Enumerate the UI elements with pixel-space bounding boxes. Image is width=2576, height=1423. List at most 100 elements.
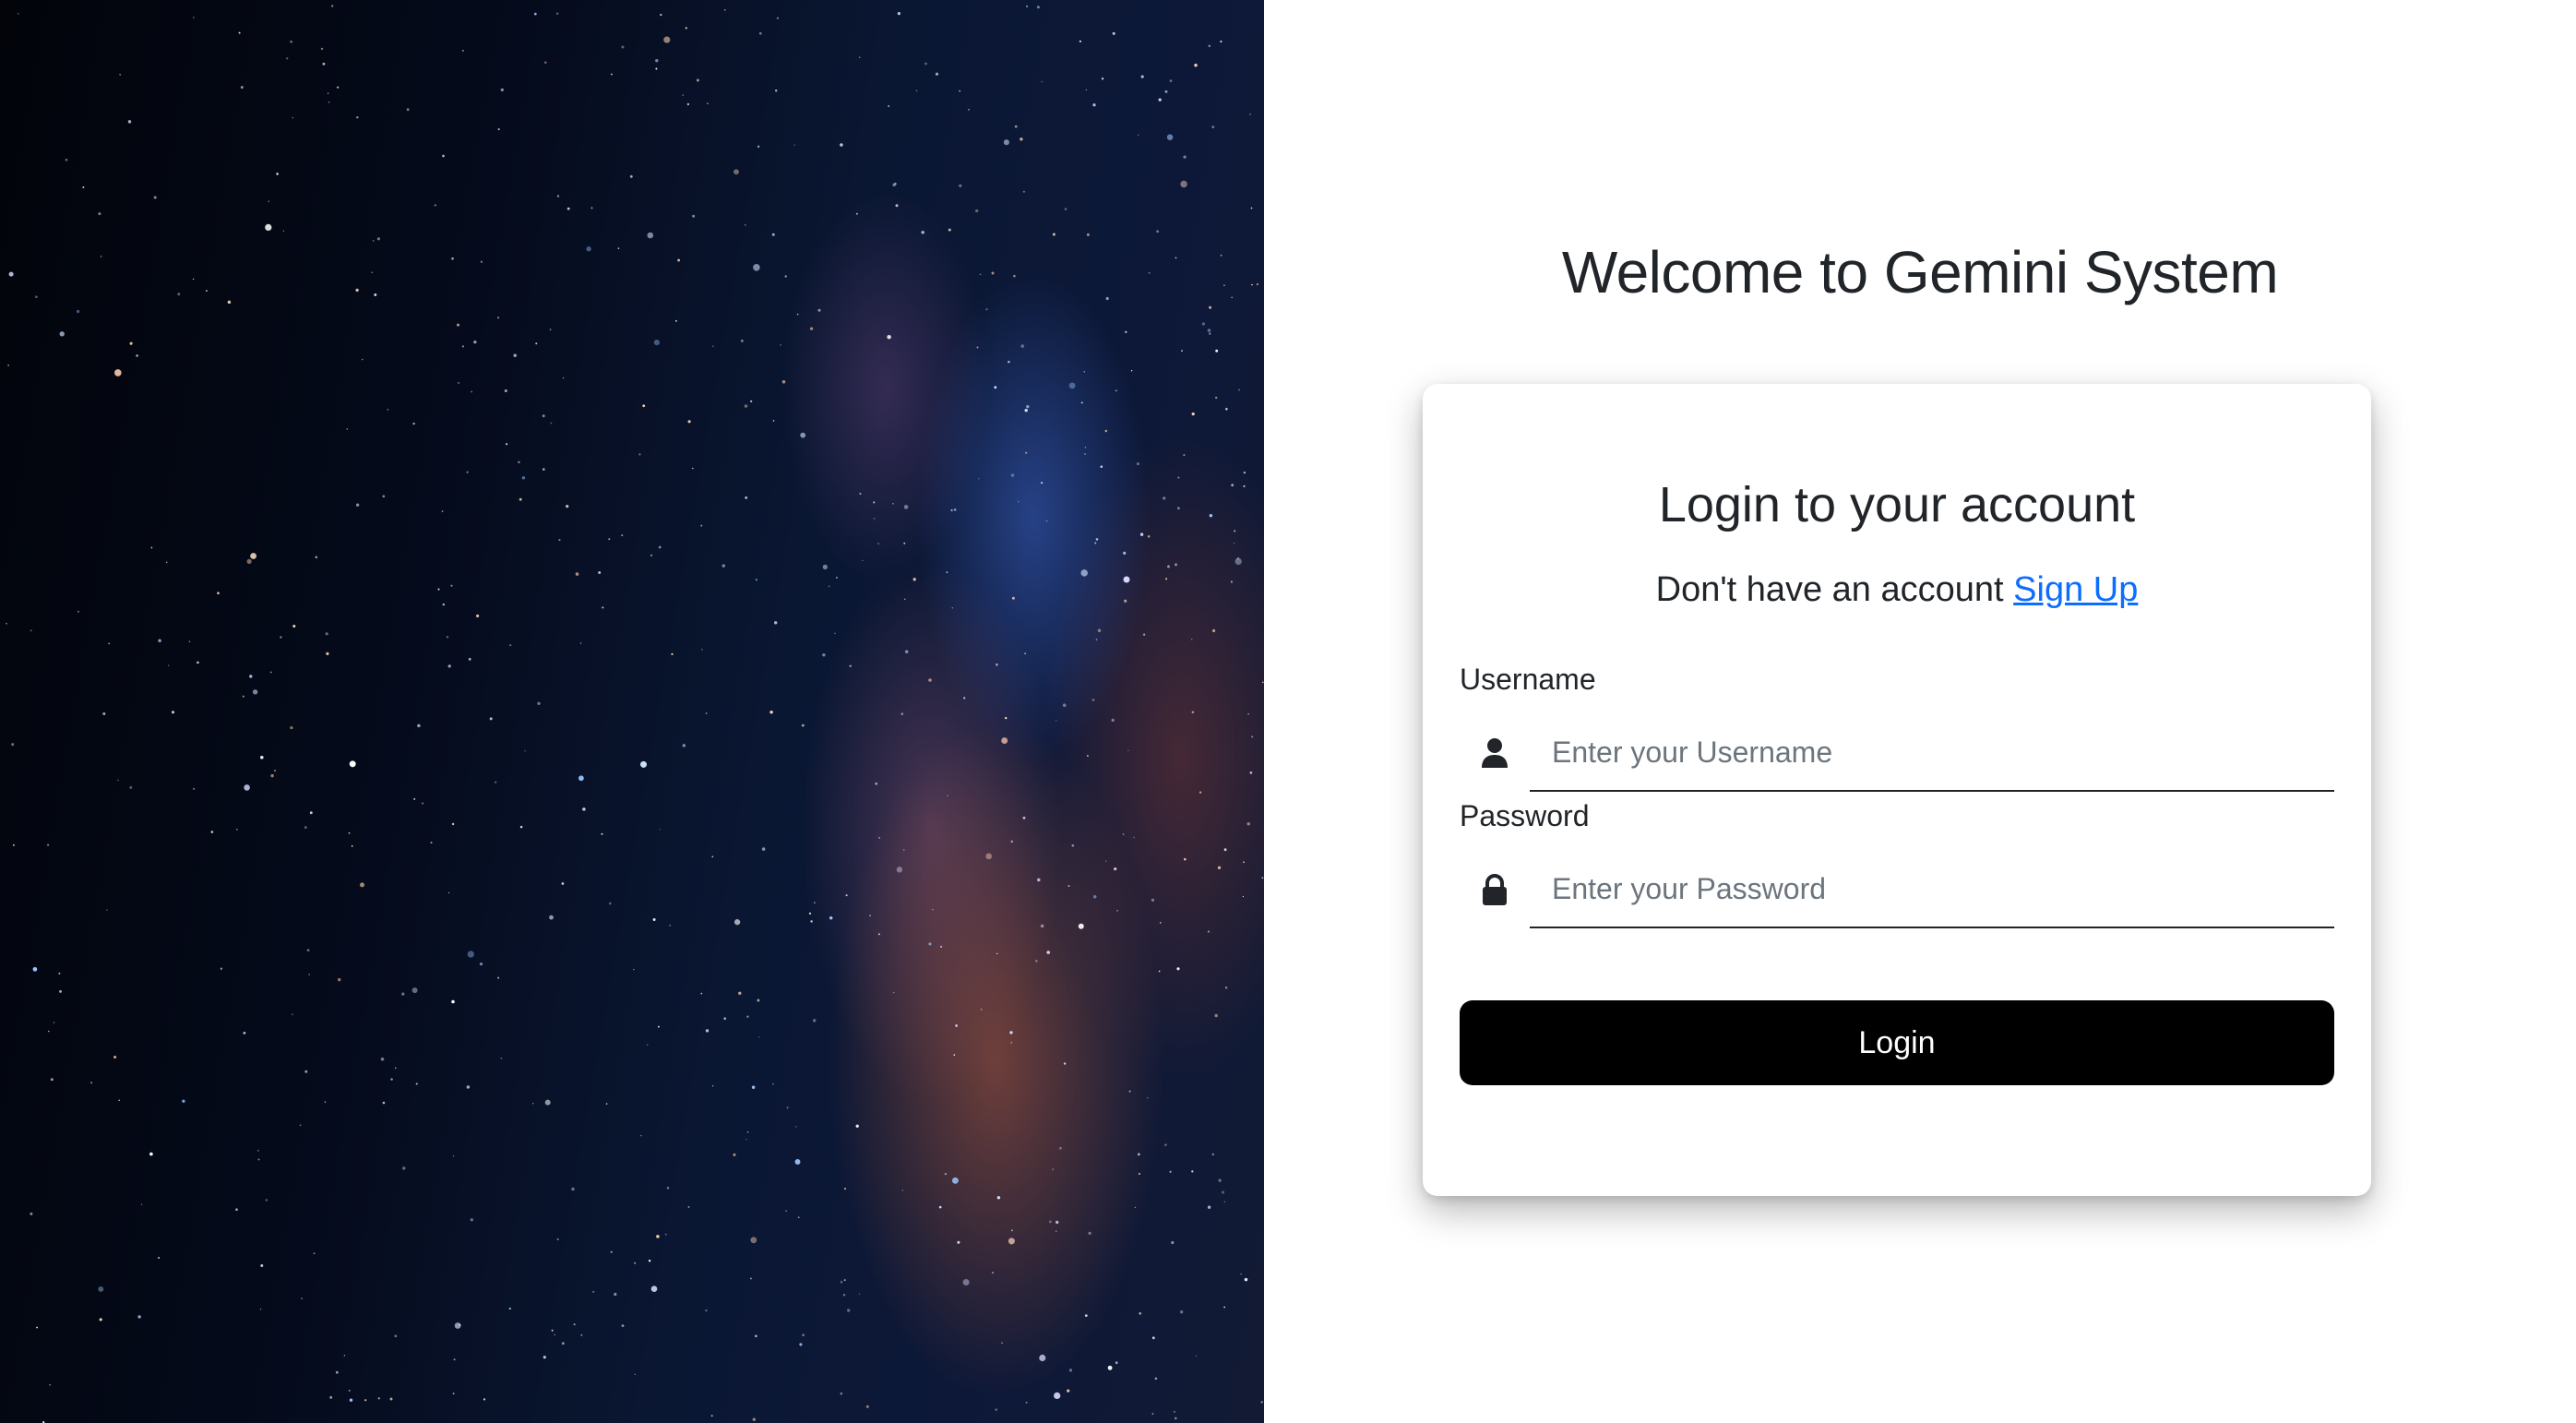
star xyxy=(1040,924,1044,928)
star xyxy=(1212,628,1216,633)
star xyxy=(1001,1342,1003,1344)
star xyxy=(1194,63,1198,67)
star xyxy=(1008,360,1010,364)
star xyxy=(869,915,871,917)
star xyxy=(30,1212,33,1215)
star xyxy=(1025,451,1028,454)
star xyxy=(1105,296,1109,301)
username-input[interactable] xyxy=(1530,714,2334,792)
star xyxy=(328,101,330,103)
star xyxy=(1175,257,1177,259)
star xyxy=(646,1044,649,1046)
star xyxy=(1191,711,1195,714)
star xyxy=(450,584,453,587)
star xyxy=(290,725,293,730)
star xyxy=(1046,951,1050,954)
star xyxy=(437,588,440,591)
star xyxy=(1091,699,1095,701)
star xyxy=(313,1252,316,1254)
star xyxy=(1067,1389,1070,1393)
star xyxy=(380,1057,385,1061)
login-button[interactable]: Login xyxy=(1460,1000,2334,1085)
star xyxy=(280,636,282,639)
star xyxy=(875,782,877,785)
star xyxy=(733,169,739,175)
star xyxy=(692,467,694,470)
star xyxy=(473,341,477,344)
star xyxy=(1177,507,1180,510)
star xyxy=(1083,370,1086,373)
star xyxy=(1164,90,1168,93)
star xyxy=(77,610,79,613)
star xyxy=(771,233,775,236)
star xyxy=(497,128,500,131)
star xyxy=(1123,551,1127,555)
star xyxy=(1071,844,1075,847)
star xyxy=(579,642,582,644)
star xyxy=(49,1383,52,1386)
star xyxy=(136,354,138,357)
star xyxy=(1151,1413,1154,1415)
star xyxy=(921,231,924,234)
star xyxy=(17,12,19,15)
star xyxy=(325,632,328,636)
star xyxy=(1251,283,1253,286)
star xyxy=(1163,496,1166,500)
star xyxy=(975,209,979,213)
star xyxy=(932,909,934,911)
star xyxy=(1010,473,1015,477)
star xyxy=(1191,1170,1194,1173)
star xyxy=(549,915,554,920)
star xyxy=(896,867,903,873)
star xyxy=(361,358,364,361)
star xyxy=(566,207,570,210)
star xyxy=(752,1417,756,1421)
signup-prompt: Don't have an account Sign Up xyxy=(1423,570,2371,610)
star xyxy=(434,204,436,207)
star xyxy=(1184,857,1187,861)
star xyxy=(840,1280,843,1284)
star xyxy=(320,47,324,51)
star xyxy=(895,204,899,208)
star xyxy=(928,942,932,946)
star xyxy=(705,1309,708,1312)
star xyxy=(845,894,848,897)
star xyxy=(887,334,891,340)
star xyxy=(1041,482,1044,484)
star xyxy=(1164,1143,1167,1146)
star xyxy=(978,478,980,480)
star xyxy=(722,564,726,568)
star xyxy=(939,945,943,949)
star xyxy=(1020,138,1023,141)
star xyxy=(598,571,602,574)
star xyxy=(968,108,970,111)
star xyxy=(235,1208,238,1212)
star xyxy=(301,1297,303,1299)
star xyxy=(561,882,565,885)
star xyxy=(711,855,714,858)
star xyxy=(558,539,561,542)
star xyxy=(602,606,604,609)
username-label: Username xyxy=(1460,663,1596,696)
star xyxy=(1174,1417,1177,1420)
star xyxy=(349,760,356,768)
star xyxy=(442,603,446,606)
star xyxy=(862,559,864,562)
password-input[interactable] xyxy=(1530,851,2334,928)
star xyxy=(796,313,799,316)
star xyxy=(500,1057,503,1059)
signup-link[interactable]: Sign Up xyxy=(2013,570,2138,609)
star xyxy=(1140,75,1144,78)
star xyxy=(274,770,276,772)
star xyxy=(580,1333,583,1336)
star xyxy=(171,711,175,714)
star xyxy=(653,340,661,346)
star xyxy=(227,300,232,305)
star xyxy=(1092,894,1097,899)
star xyxy=(236,829,238,831)
star xyxy=(1026,404,1030,409)
star xyxy=(1218,1178,1222,1182)
star xyxy=(98,212,101,216)
star xyxy=(1211,126,1215,129)
star xyxy=(337,86,340,89)
